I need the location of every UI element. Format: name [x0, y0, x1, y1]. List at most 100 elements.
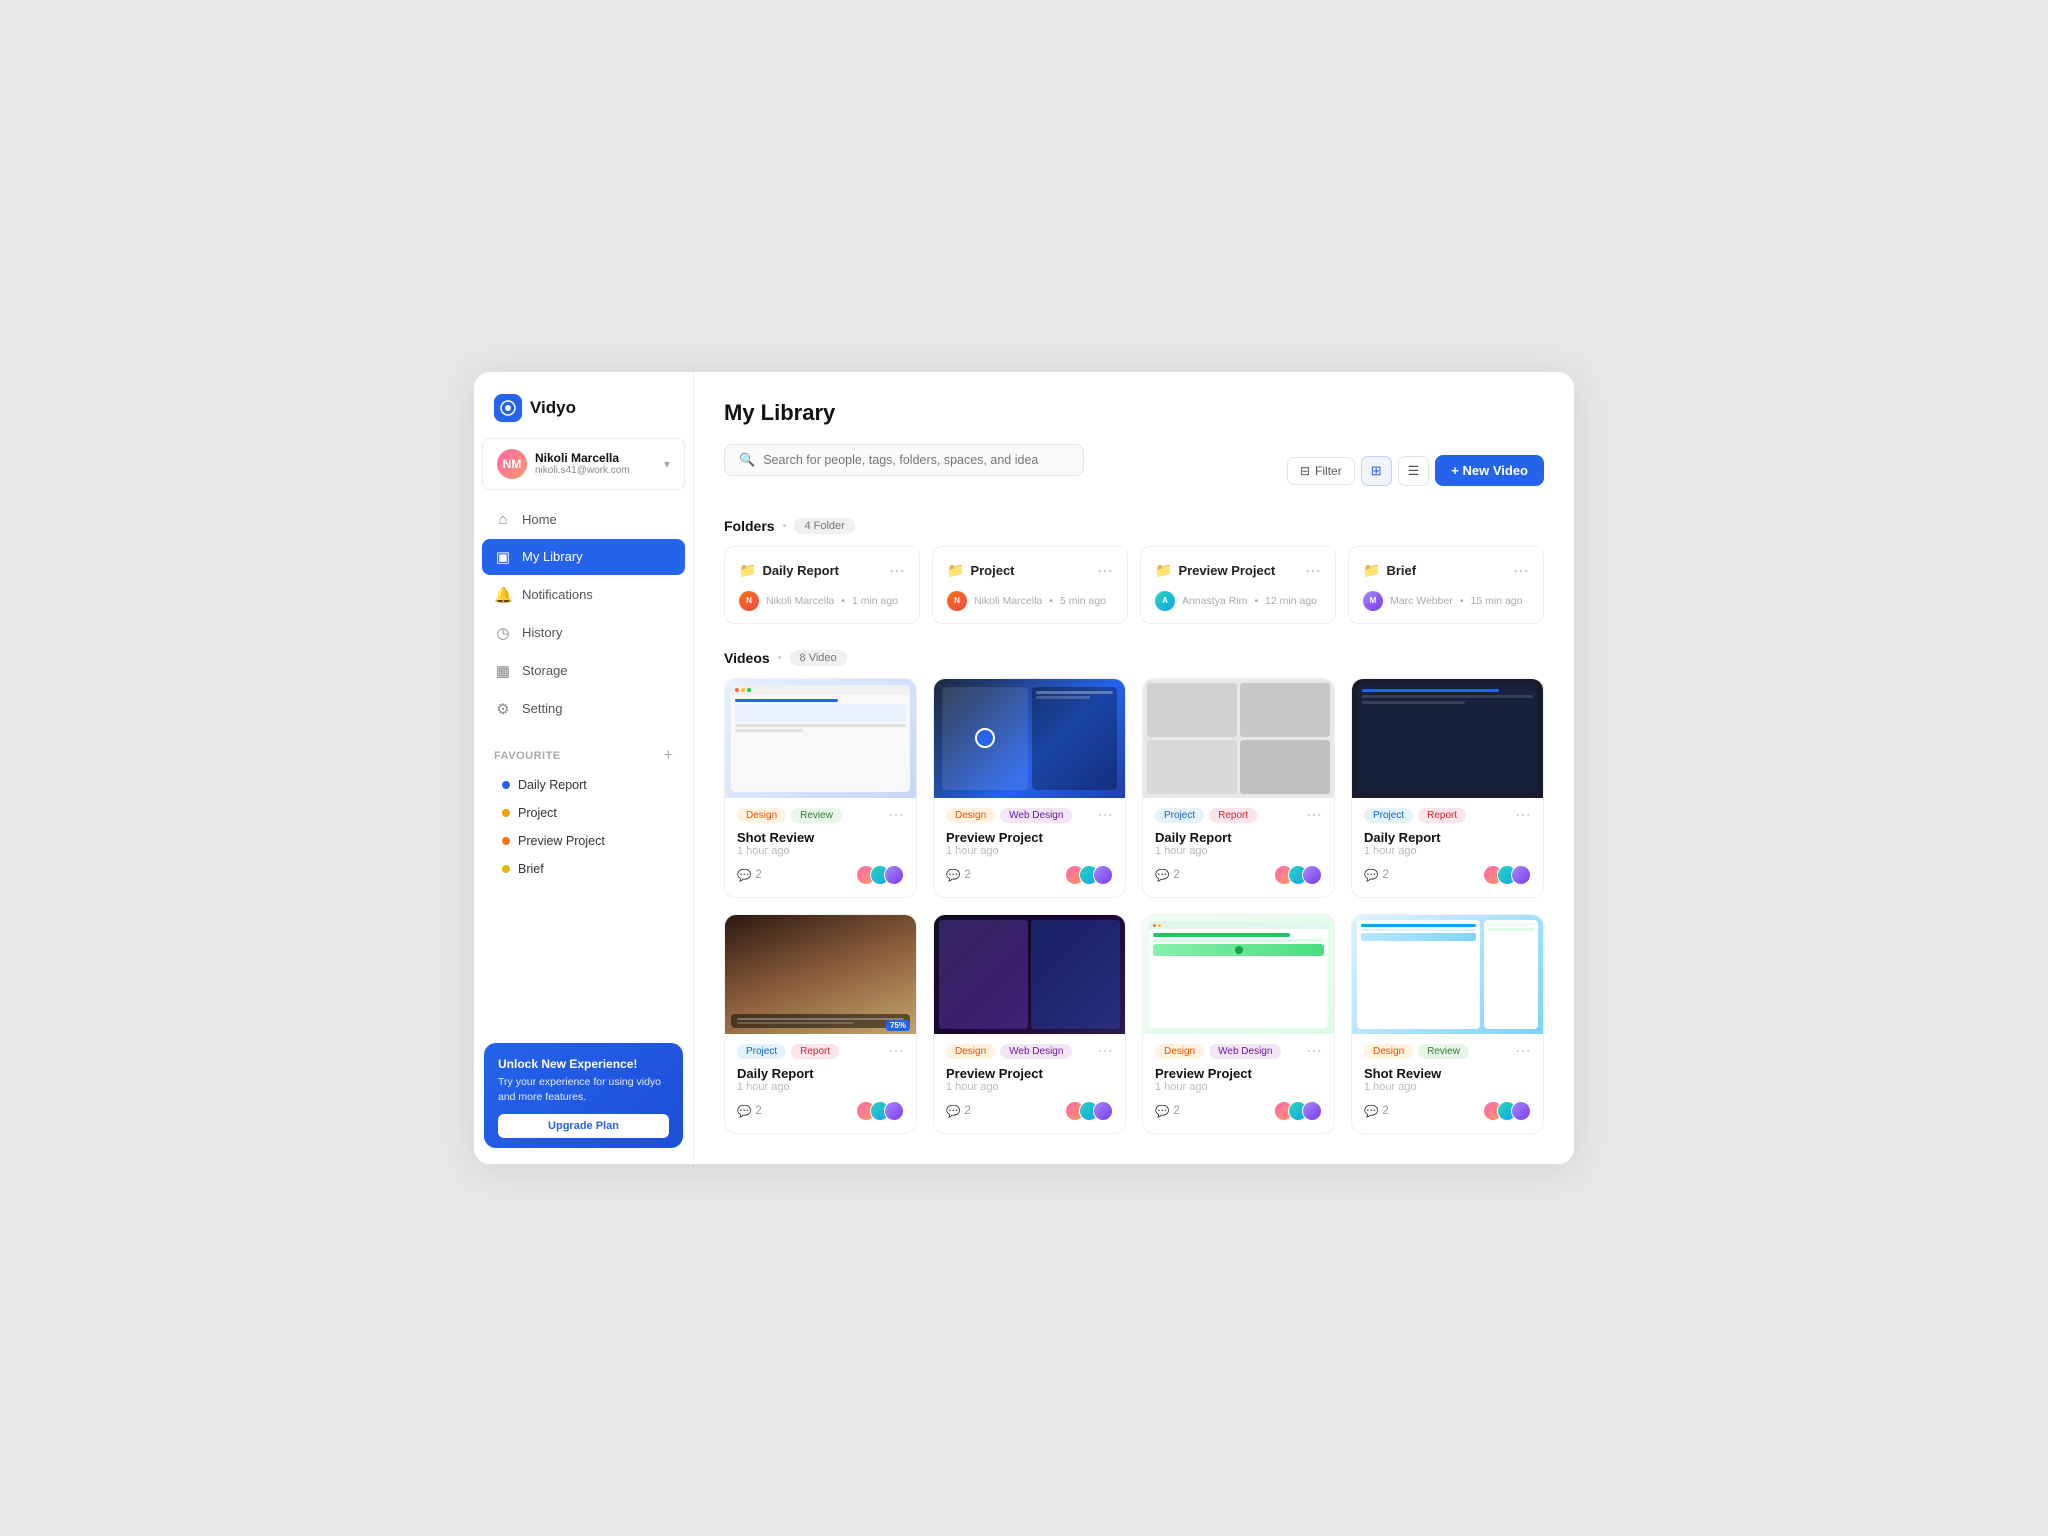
video-card-preview-project-3[interactable]: Design Web Design ⋯ Preview Project 1 ho… — [1142, 914, 1335, 1134]
favourites-list: Daily Report Project Preview Project Bri… — [474, 771, 693, 883]
tag-design: Design — [1155, 1044, 1204, 1059]
video-card-daily-report-3[interactable]: 75% Project Report ⋯ Daily Report 1 hour… — [724, 914, 917, 1134]
folders-badge: 4 Folder — [794, 518, 854, 534]
search-bar[interactable]: 🔍 — [724, 444, 1084, 476]
comment-count: 💬 2 — [1155, 1104, 1180, 1118]
folder-card-daily-report[interactable]: 📁 Daily Report ⋯ N Nikoli Marcella • 1 m… — [724, 546, 920, 624]
user-info: Nikoli Marcella nikoli.s41@work.com — [535, 451, 656, 476]
video-card-shot-review-1[interactable]: Design Review ⋯ Shot Review 1 hour ago 💬… — [724, 678, 917, 898]
list-view-button[interactable]: ☰ — [1398, 456, 1430, 486]
comment-count: 💬 2 — [1364, 1104, 1389, 1118]
folder-card-brief[interactable]: 📁 Brief ⋯ M Marc Webber • 15 min ago — [1348, 546, 1544, 624]
folder-more-button[interactable]: ⋯ — [1097, 561, 1113, 581]
comment-count: 💬 2 — [1155, 868, 1180, 882]
video-card-daily-report-2[interactable]: Project Report ⋯ Daily Report 1 hour ago… — [1351, 678, 1544, 898]
favourite-section-header: Favourite + — [474, 733, 693, 771]
video-more-button[interactable]: ⋯ — [1306, 808, 1322, 824]
favourite-item-brief[interactable]: Brief — [482, 855, 685, 883]
video-more-button[interactable]: ⋯ — [1306, 1044, 1322, 1060]
video-thumbnail: 75% — [725, 915, 916, 1034]
tag-project: Project — [1155, 808, 1204, 823]
video-card-shot-review-2[interactable]: Design Review ⋯ Shot Review 1 hour ago 💬… — [1351, 914, 1544, 1134]
folder-user-avatar: A — [1155, 591, 1175, 611]
collaborator-avatars — [1274, 1101, 1322, 1121]
video-card-preview-project-2[interactable]: Design Web Design ⋯ Preview Project 1 ho… — [933, 914, 1126, 1134]
video-time: 1 hour ago — [1364, 845, 1531, 857]
history-icon: ◷ — [494, 624, 512, 642]
avatar: NM — [497, 449, 527, 479]
favourite-label: Preview Project — [518, 834, 605, 848]
favourite-item-project[interactable]: Project — [482, 799, 685, 827]
sidebar-item-notifications[interactable]: 🔔 Notifications — [482, 577, 685, 613]
folder-card-preview-project[interactable]: 📁 Preview Project ⋯ A Annastya Rim • 12 … — [1140, 546, 1336, 624]
video-more-button[interactable]: ⋯ — [1097, 1044, 1113, 1060]
comment-icon: 💬 — [1155, 1104, 1169, 1118]
folders-dot: • — [783, 520, 787, 532]
new-video-button[interactable]: + New Video — [1435, 455, 1544, 486]
folder-more-button[interactable]: ⋯ — [889, 561, 905, 581]
collaborator-avatars — [1483, 1101, 1531, 1121]
sidebar-item-storage[interactable]: ▦ Storage — [482, 653, 685, 689]
sidebar-item-my-library[interactable]: ▣ My Library — [482, 539, 685, 575]
sidebar-nav: ⌂ Home ▣ My Library 🔔 Notifications ◷ Hi… — [474, 498, 693, 733]
videos-dot: • — [778, 652, 782, 664]
video-time: 1 hour ago — [946, 845, 1113, 857]
tag-design: Design — [946, 808, 995, 823]
folder-name: Preview Project — [1178, 563, 1275, 578]
video-title: Preview Project — [946, 1066, 1113, 1081]
folder-more-button[interactable]: ⋯ — [1513, 561, 1529, 581]
chevron-down-icon: ▾ — [664, 457, 670, 471]
folders-section-header: Folders • 4 Folder — [724, 518, 1544, 534]
comment-icon: 💬 — [1364, 1104, 1378, 1118]
comment-count: 💬 2 — [946, 1104, 971, 1118]
filter-button[interactable]: ⊟ Filter — [1287, 457, 1355, 485]
folder-user: Annastya Rim — [1182, 595, 1247, 607]
video-title: Preview Project — [1155, 1066, 1322, 1081]
video-tags: Design Review — [1364, 1044, 1469, 1059]
tag-design: Design — [946, 1044, 995, 1059]
favourite-item-preview-project[interactable]: Preview Project — [482, 827, 685, 855]
video-more-button[interactable]: ⋯ — [888, 808, 904, 824]
tag-report: Report — [1418, 808, 1466, 823]
folder-dot: • — [1049, 595, 1053, 607]
videos-grid: Design Review ⋯ Shot Review 1 hour ago 💬… — [724, 678, 1544, 1135]
sidebar-item-home[interactable]: ⌂ Home — [482, 502, 685, 537]
video-more-button[interactable]: ⋯ — [1097, 808, 1113, 824]
folder-more-button[interactable]: ⋯ — [1305, 561, 1321, 581]
add-favourite-button[interactable]: + — [664, 747, 673, 765]
folders-grid: 📁 Daily Report ⋯ N Nikoli Marcella • 1 m… — [724, 546, 1544, 624]
gear-icon: ⚙ — [494, 700, 512, 718]
upgrade-button[interactable]: Upgrade Plan — [498, 1114, 669, 1138]
video-time: 1 hour ago — [1155, 845, 1322, 857]
comment-count: 💬 2 — [1364, 868, 1389, 882]
collaborator-avatars — [856, 1101, 904, 1121]
folder-card-project[interactable]: 📁 Project ⋯ N Nikoli Marcella • 5 min ag… — [932, 546, 1128, 624]
favourite-item-daily-report[interactable]: Daily Report — [482, 771, 685, 799]
avatar — [1302, 865, 1322, 885]
sidebar-item-setting[interactable]: ⚙ Setting — [482, 691, 685, 727]
user-profile[interactable]: NM Nikoli Marcella nikoli.s41@work.com ▾ — [482, 438, 685, 490]
video-more-button[interactable]: ⋯ — [888, 1044, 904, 1060]
video-card-preview-project-1[interactable]: Design Web Design ⋯ Preview Project 1 ho… — [933, 678, 1126, 898]
collaborator-avatars — [1274, 865, 1322, 885]
folders-label: Folders — [724, 518, 775, 534]
video-more-button[interactable]: ⋯ — [1515, 1044, 1531, 1060]
tag-report: Report — [1209, 808, 1257, 823]
avatar — [1093, 865, 1113, 885]
tag-webdesign: Web Design — [1000, 808, 1072, 823]
folder-time: 12 min ago — [1265, 595, 1317, 607]
sidebar-item-history[interactable]: ◷ History — [482, 615, 685, 651]
search-input[interactable] — [763, 453, 1069, 467]
video-card-daily-report-1[interactable]: Project Report ⋯ Daily Report 1 hour ago… — [1142, 678, 1335, 898]
video-thumbnail — [934, 679, 1125, 798]
tag-report: Report — [791, 1044, 839, 1059]
grid-view-button[interactable]: ⊞ — [1361, 456, 1392, 486]
folder-dot: • — [1460, 595, 1464, 607]
video-more-button[interactable]: ⋯ — [1515, 808, 1531, 824]
folder-user-avatar: N — [739, 591, 759, 611]
folder-dot: • — [1254, 595, 1258, 607]
comment-icon: 💬 — [737, 868, 751, 882]
videos-label: Videos — [724, 650, 770, 666]
list-icon: ☰ — [1408, 463, 1420, 479]
video-time: 1 hour ago — [946, 1081, 1113, 1093]
